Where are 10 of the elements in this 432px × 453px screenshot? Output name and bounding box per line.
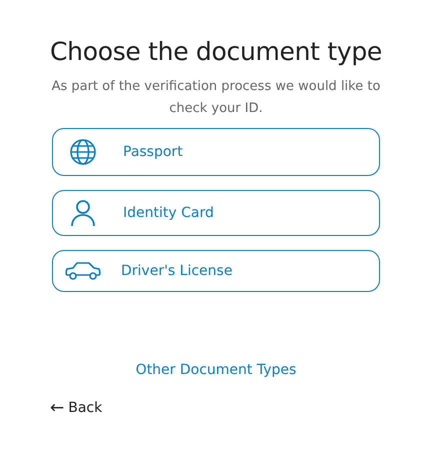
page-title: Choose the document type [50, 36, 382, 68]
car-icon [65, 261, 101, 281]
other-document-types-link[interactable]: Other Document Types [136, 362, 296, 378]
globe-icon [69, 138, 97, 166]
document-option-button[interactable]: Driver's License [52, 250, 380, 292]
document-option-button[interactable]: Identity Card [52, 190, 380, 236]
person-icon [70, 199, 96, 227]
back-button[interactable]: ← Back [50, 398, 102, 418]
document-option-button[interactable]: Passport [52, 128, 380, 176]
subtitle-text: As part of the verification process we would like to check your ID. [50, 78, 382, 118]
